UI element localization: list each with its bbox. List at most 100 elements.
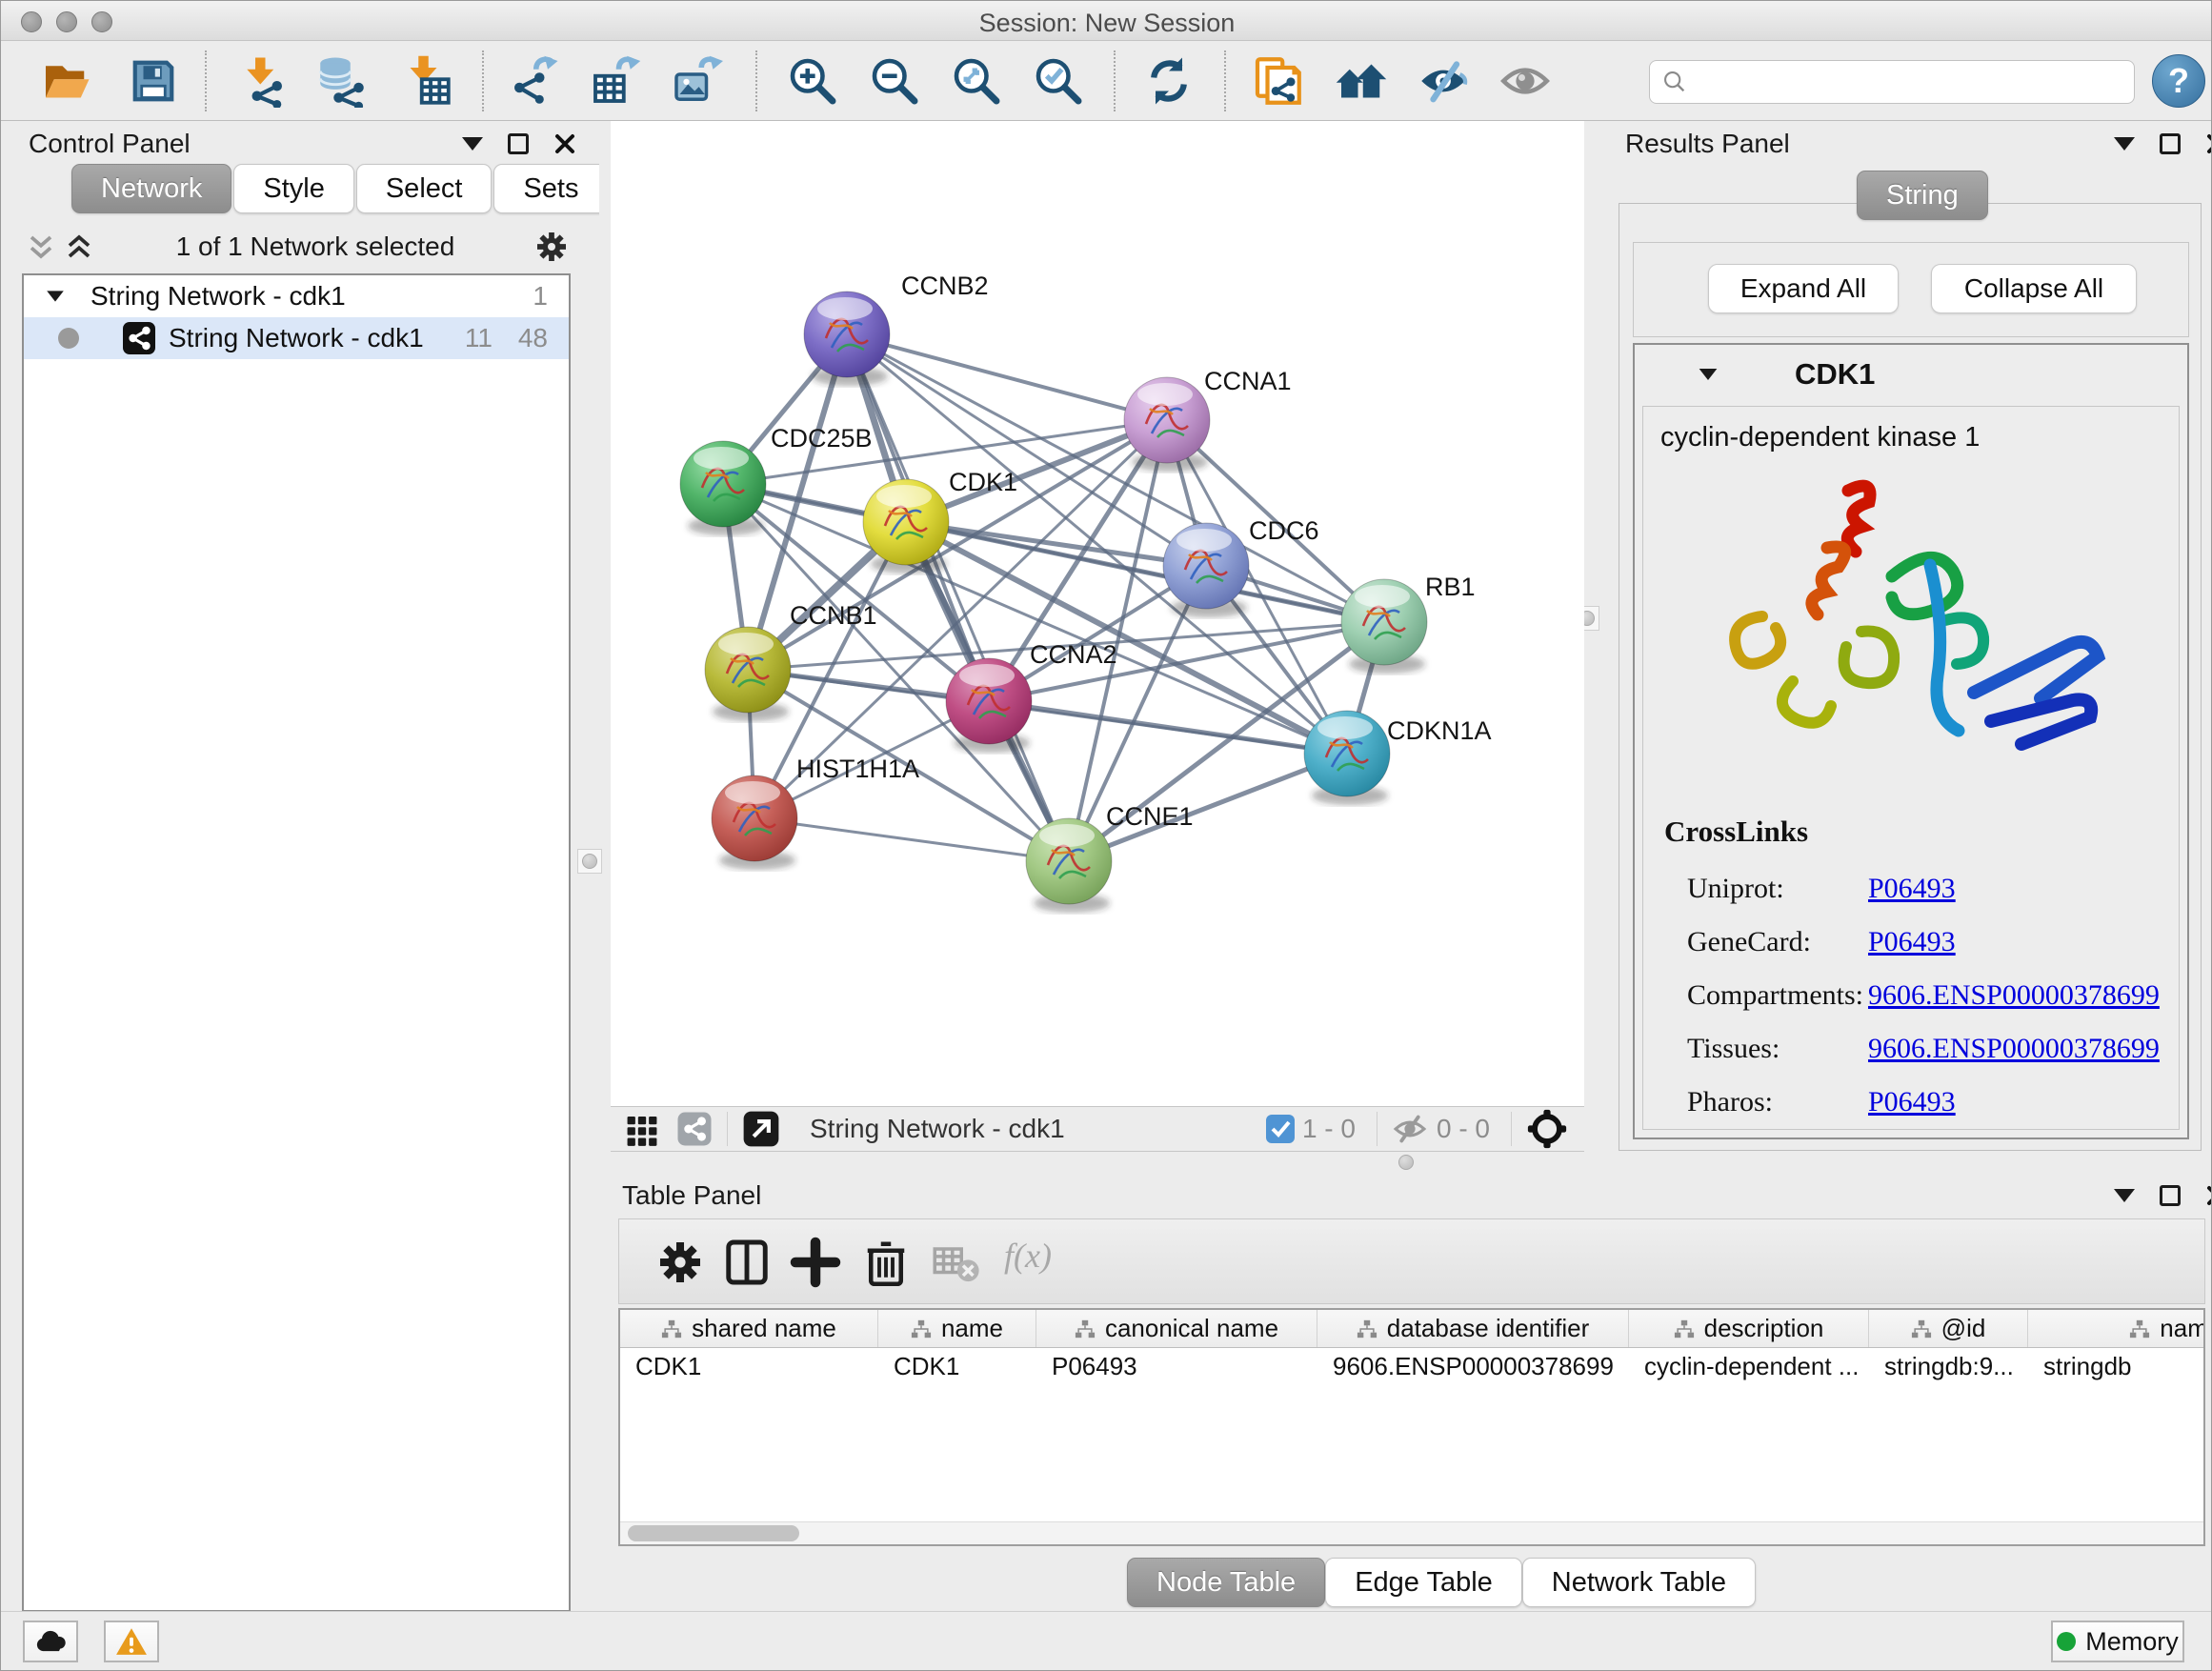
tab-node-table[interactable]: Node Table	[1127, 1558, 1325, 1607]
hidden-eye-icon[interactable]	[1391, 1110, 1429, 1148]
column-header-label: name	[941, 1314, 1003, 1343]
cloud-status-button[interactable]	[23, 1621, 78, 1662]
memory-label: Memory	[2085, 1627, 2179, 1657]
export-network-icon[interactable]	[508, 54, 561, 108]
left-splitter[interactable]	[599, 121, 611, 1152]
panel-menu-icon[interactable]	[2114, 137, 2135, 151]
show-hidden-icon[interactable]	[1498, 54, 1552, 108]
delete-column-trash-icon[interactable]	[859, 1236, 913, 1289]
crosslink-label: GeneCard:	[1687, 926, 1868, 958]
search-input[interactable]	[1698, 68, 2117, 97]
crosslink-value-link[interactable]: 9606.ENSP00000378699	[1868, 979, 2160, 1012]
add-column-icon[interactable]	[789, 1236, 842, 1289]
panel-float-icon[interactable]	[2160, 133, 2181, 154]
import-network-from-database-icon[interactable]	[315, 54, 369, 108]
refresh-view-icon[interactable]	[1142, 54, 1196, 108]
show-all-icon[interactable]	[1335, 54, 1388, 108]
memory-button[interactable]: Memory	[2051, 1621, 2184, 1662]
crosslink-value-link[interactable]: P06493	[1868, 1086, 1956, 1118]
panel-float-icon[interactable]	[2160, 1185, 2181, 1206]
toolbar-separator	[482, 50, 484, 111]
zoom-selected-icon[interactable]	[1032, 54, 1085, 108]
tab-style[interactable]: Style	[233, 164, 353, 213]
node-label-RB1: RB1	[1425, 573, 1476, 601]
table-horizontal-scrollbar[interactable]	[620, 1521, 2203, 1544]
gene-description: cyclin-dependent kinase 1	[1660, 422, 1980, 453]
gene-entry-header[interactable]: CDK1	[1635, 345, 2187, 404]
hidden-counts: 0 - 0	[1437, 1114, 1490, 1144]
save-session-icon[interactable]	[127, 54, 180, 108]
show-columns-icon[interactable]	[720, 1236, 774, 1289]
network-row[interactable]: String Network - cdk1 11 48	[24, 317, 569, 359]
export-image-icon[interactable]	[670, 54, 723, 108]
collapse-all-button[interactable]: Collapse All	[1931, 264, 2137, 313]
import-network-from-file-icon[interactable]	[235, 54, 289, 108]
left-splitter-handle[interactable]	[577, 849, 602, 874]
help-button[interactable]: ?	[2152, 54, 2205, 108]
column-header-description[interactable]: description	[1629, 1310, 1869, 1347]
delete-table-icon[interactable]	[930, 1236, 983, 1289]
open-in-window-icon[interactable]	[741, 1109, 781, 1149]
right-splitter[interactable]	[1584, 121, 1611, 1152]
hide-selected-icon[interactable]	[1417, 54, 1470, 108]
open-session-icon[interactable]	[39, 54, 92, 108]
panel-close-icon[interactable]	[2205, 1184, 2212, 1207]
function-builder-button[interactable]: f(x)	[1004, 1236, 1090, 1289]
export-table-icon[interactable]	[589, 54, 642, 108]
node-label-CDC6: CDC6	[1249, 516, 1319, 545]
column-header-database-identifier[interactable]: database identifier	[1317, 1310, 1629, 1347]
panel-float-icon[interactable]	[508, 133, 529, 154]
panel-close-icon[interactable]	[2205, 132, 2212, 155]
tab-sets[interactable]: Sets	[493, 164, 608, 213]
collection-expand-icon[interactable]	[47, 291, 64, 301]
network-selection-row: 1 of 1 Network selected	[22, 220, 571, 273]
crosslink-value-link[interactable]: P06493	[1868, 873, 1956, 905]
zoom-fit-content-icon[interactable]	[950, 54, 1003, 108]
clone-network-icon[interactable]	[1251, 54, 1304, 108]
panel-menu-icon[interactable]	[462, 137, 483, 151]
network-thumbnail-icon[interactable]	[675, 1110, 714, 1148]
column-header-name[interactable]: name	[878, 1310, 1036, 1347]
crosslink-value-link[interactable]: P06493	[1868, 926, 1956, 958]
table-settings-gear-icon[interactable]	[654, 1236, 707, 1289]
selected-checkbox-icon[interactable]	[1266, 1115, 1295, 1143]
zoom-in-icon[interactable]	[786, 54, 839, 108]
table-row[interactable]: CDK1CDK1P064939606.ENSP00000378699cyclin…	[620, 1348, 2203, 1384]
network-edge-HIST1H1A-CCNE1[interactable]	[754, 818, 1069, 861]
crosslink-value-link[interactable]: 9606.ENSP00000378699	[1868, 1033, 2160, 1065]
collapse-all-icon[interactable]	[22, 228, 60, 266]
tab-string[interactable]: String	[1857, 171, 1988, 220]
node-label-CCNB2: CCNB2	[901, 272, 989, 300]
panel-menu-icon[interactable]	[2114, 1189, 2135, 1202]
table-body: CDK1CDK1P064939606.ENSP00000378699cyclin…	[620, 1348, 2203, 1384]
panel-close-icon[interactable]	[553, 132, 576, 155]
network-edge-CCNB2-RB1[interactable]	[847, 334, 1384, 622]
network-canvas[interactable]: CCNB2CCNA1CDC25BCDK1CDC6RB1CCNB1CCNA2CDK…	[611, 121, 1584, 1106]
title-bar: Session: New Session	[1, 1, 2212, 41]
expand-all-button[interactable]: Expand All	[1708, 264, 1899, 313]
network-label: String Network - cdk1	[169, 323, 424, 353]
column-header-canonical-name[interactable]: canonical name	[1036, 1310, 1317, 1347]
network-collection-row[interactable]: String Network - cdk1 1	[24, 275, 569, 317]
scrollbar-thumb[interactable]	[628, 1525, 799, 1541]
tab-select[interactable]: Select	[356, 164, 493, 213]
import-table-from-file-icon[interactable]	[400, 54, 453, 108]
grid-view-icon[interactable]	[624, 1111, 660, 1147]
tab-network[interactable]: Network	[71, 164, 231, 213]
tab-network-table[interactable]: Network Table	[1522, 1558, 1756, 1607]
entry-expand-icon[interactable]	[1699, 369, 1718, 380]
column-header-shared-name[interactable]: shared name	[620, 1310, 878, 1347]
warnings-button[interactable]	[104, 1621, 159, 1662]
node-label-CDK1: CDK1	[949, 468, 1017, 496]
gene-name: CDK1	[1795, 357, 1875, 392]
network-edge-CCNB2-CCNA1[interactable]	[847, 334, 1167, 420]
zoom-out-icon[interactable]	[868, 54, 921, 108]
expand-all-icon[interactable]	[60, 228, 98, 266]
network-node-count: 11	[465, 323, 493, 353]
column-header-@id[interactable]: @id	[1869, 1310, 2028, 1347]
gear-icon[interactable]	[533, 228, 571, 266]
column-header-namespace[interactable]: namespace	[2028, 1310, 2205, 1347]
pan-crosshair-icon[interactable]	[1525, 1107, 1569, 1151]
tab-edge-table[interactable]: Edge Table	[1325, 1558, 1522, 1607]
horizontal-splitter-handle[interactable]	[1394, 1150, 1418, 1175]
